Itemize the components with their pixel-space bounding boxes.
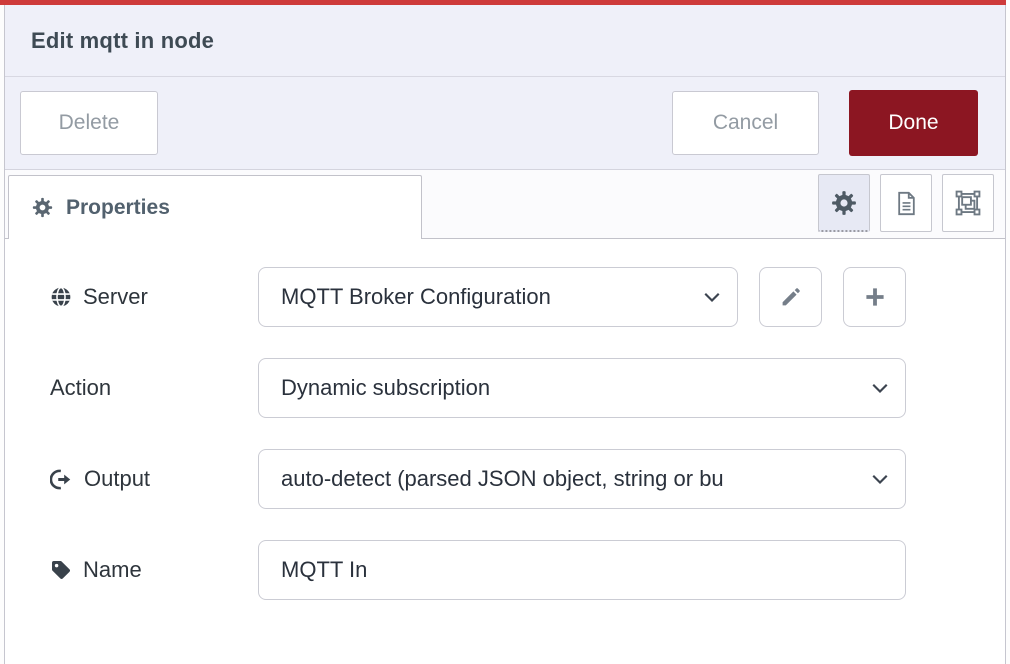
chevron-down-icon (702, 287, 722, 307)
server-label: Server (50, 284, 258, 310)
top-accent-bar (0, 0, 1006, 5)
node-red-edit-dialog-page: Edit mqtt in node Delete Cancel Done Pro… (0, 0, 1010, 664)
tab-properties-label: Properties (66, 196, 170, 220)
document-icon (893, 190, 920, 217)
add-server-button[interactable] (843, 267, 906, 327)
dialog-action-bar: Delete Cancel Done (5, 77, 1005, 170)
pencil-icon (779, 285, 803, 309)
appearance-tab-button[interactable] (942, 174, 994, 232)
gear-icon (831, 190, 857, 216)
description-tab-button[interactable] (880, 174, 932, 232)
name-label-text: Name (83, 557, 142, 583)
edit-node-dialog: Edit mqtt in node Delete Cancel Done Pro… (4, 0, 1006, 664)
server-row: Server MQTT Broker Configuration (50, 267, 1005, 327)
globe-icon (50, 286, 72, 308)
action-label-text: Action (50, 375, 111, 401)
action-row: Action Dynamic subscription (50, 358, 1005, 418)
tab-icon-buttons (818, 174, 994, 232)
output-row: Output auto-detect (parsed JSON object, … (50, 449, 1005, 509)
tab-properties[interactable]: Properties (8, 175, 422, 239)
sign-out-icon (50, 468, 73, 491)
delete-button[interactable]: Delete (20, 91, 158, 155)
tag-icon (50, 559, 72, 581)
chevron-down-icon (870, 469, 890, 489)
properties-tab-button[interactable] (818, 174, 870, 232)
output-label: Output (50, 466, 258, 492)
server-label-text: Server (83, 284, 148, 310)
name-label: Name (50, 557, 258, 583)
dialog-header: Edit mqtt in node (5, 5, 1005, 77)
edit-server-button[interactable] (759, 267, 822, 327)
plus-icon (863, 285, 887, 309)
name-input[interactable] (258, 540, 906, 600)
chevron-down-icon (870, 378, 890, 398)
action-label: Action (50, 375, 258, 401)
action-select-value: Dynamic subscription (281, 375, 490, 401)
name-row: Name (50, 540, 1005, 600)
output-label-text: Output (84, 466, 150, 492)
dialog-title: Edit mqtt in node (31, 28, 214, 54)
action-select[interactable]: Dynamic subscription (258, 358, 906, 418)
editor-tab-bar: Properties (5, 170, 1005, 239)
properties-form: Server MQTT Broker Configuration (5, 239, 1005, 600)
output-select-value: auto-detect (parsed JSON object, string … (281, 466, 724, 492)
server-select[interactable]: MQTT Broker Configuration (258, 267, 738, 327)
server-select-value: MQTT Broker Configuration (281, 284, 551, 310)
done-button[interactable]: Done (849, 90, 978, 156)
output-select[interactable]: auto-detect (parsed JSON object, string … (258, 449, 906, 509)
appearance-icon (954, 189, 982, 217)
gear-icon (32, 197, 53, 218)
cancel-button[interactable]: Cancel (672, 91, 819, 155)
